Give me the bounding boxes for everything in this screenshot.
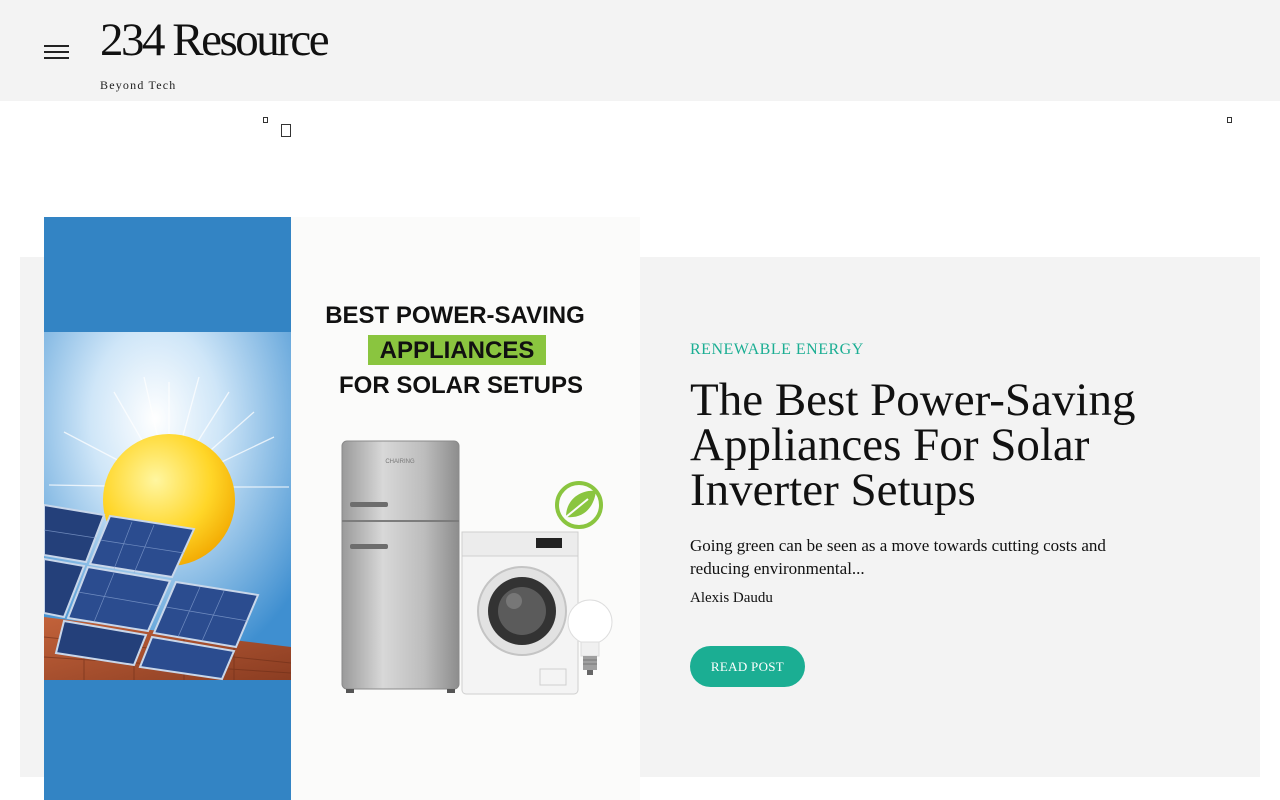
read-post-button[interactable]: Read Post — [690, 646, 805, 687]
image-headline-line3: FOR SOLAR SETUPS — [339, 372, 583, 399]
hamburger-menu-icon[interactable] — [44, 42, 70, 60]
fridge-brand-label: CHAIRING — [385, 459, 415, 465]
site-tagline: Beyond Tech — [100, 78, 177, 92]
site-header: 234 Resource Beyond Tech — [0, 0, 1280, 101]
toolbar-glyph-icon — [263, 117, 268, 123]
post-author[interactable]: Alexis Daudu — [690, 590, 773, 607]
fridge-illustration: CHAIRING — [341, 440, 460, 693]
post-title[interactable]: The Best Power-Saving Appliances For Sol… — [690, 377, 1230, 514]
washing-machine-illustration — [461, 531, 579, 695]
post-category-link[interactable]: Renewable Energy — [690, 341, 864, 359]
site-title[interactable]: 234 Resource — [100, 14, 330, 66]
post-excerpt: Going green can be seen as a move toward… — [690, 536, 1106, 578]
featured-post-image[interactable]: BEST POWER-SAVING APPLIANCES FOR SOLAR S… — [44, 217, 640, 800]
image-headline-line1: BEST POWER-SAVING — [325, 302, 585, 329]
image-headline-highlight: APPLIANCES — [380, 337, 535, 364]
search-icon[interactable] — [281, 124, 291, 137]
toolbar-glyph-icon[interactable] — [1227, 117, 1232, 123]
